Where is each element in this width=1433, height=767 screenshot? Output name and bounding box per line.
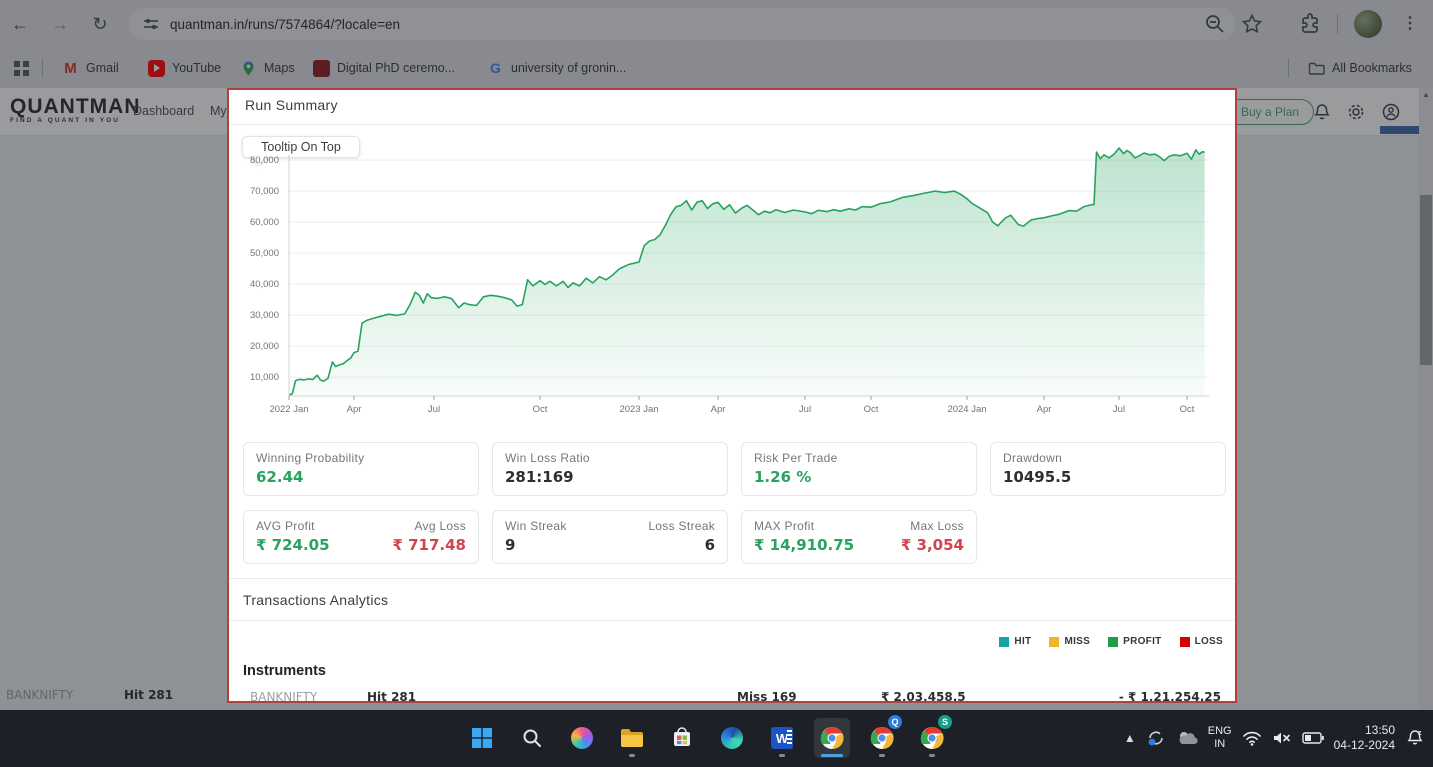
edge-icon bbox=[721, 727, 743, 749]
legend-label: MISS bbox=[1064, 636, 1090, 647]
word-icon: W bbox=[771, 727, 793, 749]
legend-item[interactable]: LOSS bbox=[1180, 636, 1223, 647]
x-axis-label: Apr bbox=[711, 404, 726, 415]
screen: ← → ↻ quantman.in/runs/7574864/?locale=e… bbox=[0, 0, 1433, 767]
run-summary-modal: Run Summary Tooltip On Top 10,00020,0003… bbox=[227, 88, 1237, 703]
legend-swatch bbox=[1180, 637, 1190, 647]
language-indicator[interactable]: ENG IN bbox=[1208, 725, 1232, 751]
wifi-icon[interactable] bbox=[1242, 730, 1262, 746]
file-explorer-button[interactable] bbox=[614, 718, 650, 758]
legend-item[interactable]: MISS bbox=[1049, 636, 1090, 647]
legend-label: PROFIT bbox=[1123, 636, 1161, 647]
legend-swatch bbox=[999, 637, 1009, 647]
legend-label: LOSS bbox=[1195, 636, 1223, 647]
modal-title: Run Summary bbox=[245, 97, 338, 113]
y-axis-label: 80,000 bbox=[233, 155, 279, 166]
copilot-icon bbox=[571, 727, 593, 749]
stat-avg-profit-loss: AVG Profit ₹ 724.05 Avg Loss ₹ 717.48 bbox=[243, 510, 479, 564]
transactions-analytics-title: Transactions Analytics bbox=[243, 592, 388, 608]
section-divider bbox=[229, 578, 1235, 579]
sync-icon[interactable] bbox=[1146, 728, 1166, 748]
x-axis-label: Oct bbox=[533, 404, 548, 415]
weather-icon[interactable] bbox=[1176, 729, 1198, 747]
search-icon bbox=[521, 727, 543, 749]
x-axis-label: Jul bbox=[1113, 404, 1125, 415]
search-button[interactable] bbox=[514, 718, 550, 758]
chrome-icon bbox=[920, 726, 944, 750]
chrome-icon bbox=[870, 726, 894, 750]
equity-curve-chart[interactable]: 10,000 20,000 30,000 40,000 50,000 60,000 70,0… bbox=[229, 147, 1235, 417]
x-axis-label: Jul bbox=[428, 404, 440, 415]
microsoft-store-button[interactable] bbox=[664, 718, 700, 758]
clock[interactable]: 13:50 04-12-2024 bbox=[1334, 723, 1395, 753]
file-explorer-icon bbox=[620, 727, 644, 749]
chrome-profile-q-button[interactable]: Q bbox=[864, 718, 900, 758]
windows-logo-icon bbox=[471, 727, 493, 749]
word-button[interactable]: W bbox=[764, 718, 800, 758]
legend-swatch bbox=[1049, 637, 1059, 647]
stats-row-1: Winning Probability 62.44 Win Loss Ratio… bbox=[243, 442, 1227, 496]
instruments-row[interactable]: BANKNIFTY Hit 281 Miss 169 ₹ 2,03,458.5 … bbox=[229, 690, 1235, 703]
x-axis-label: Oct bbox=[864, 404, 879, 415]
y-axis-label: 10,000 bbox=[233, 372, 279, 383]
chrome-profile-s-button[interactable]: S bbox=[914, 718, 950, 758]
y-axis-label: 40,000 bbox=[233, 279, 279, 290]
tray-chevron-icon[interactable]: ▲ bbox=[1124, 731, 1136, 745]
x-axis-label: Apr bbox=[347, 404, 362, 415]
x-axis-label: Oct bbox=[1180, 404, 1195, 415]
instrument-miss: Miss 169 bbox=[737, 690, 797, 703]
x-axis-label: 2023 Jan bbox=[619, 404, 658, 415]
stat-max-profit-loss: MAX Profit ₹ 14,910.75 Max Loss ₹ 3,054 bbox=[741, 510, 977, 564]
profile-badge-q: Q bbox=[888, 715, 902, 729]
y-axis-label: 30,000 bbox=[233, 310, 279, 321]
instruments-title: Instruments bbox=[243, 663, 326, 679]
section-divider-2 bbox=[229, 620, 1235, 621]
instrument-profit: ₹ 2,03,458.5 bbox=[881, 690, 966, 703]
instrument-loss: - ₹ 1,21,254.25 bbox=[1119, 690, 1221, 703]
legend-item[interactable]: PROFIT bbox=[1108, 636, 1161, 647]
stat-winning-probability: Winning Probability 62.44 bbox=[243, 442, 479, 496]
edge-button[interactable] bbox=[714, 718, 750, 758]
legend-label: HIT bbox=[1014, 636, 1031, 647]
instrument-name: BANKNIFTY bbox=[250, 690, 317, 703]
profile-badge-s: S bbox=[938, 715, 952, 729]
store-icon bbox=[671, 727, 693, 749]
windows-taskbar: W bbox=[0, 710, 1433, 767]
x-axis-label: 2022 Jan bbox=[269, 404, 308, 415]
notification-bell-icon[interactable]: z bbox=[1405, 728, 1425, 748]
chrome-icon bbox=[820, 726, 844, 750]
date: 04-12-2024 bbox=[1334, 738, 1395, 753]
y-axis-label: 50,000 bbox=[233, 248, 279, 259]
stat-streaks: Win Streak 9 Loss Streak 6 bbox=[492, 510, 728, 564]
stat-win-loss-ratio: Win Loss Ratio 281:169 bbox=[492, 442, 728, 496]
stats-row-2: AVG Profit ₹ 724.05 Avg Loss ₹ 717.48 Wi… bbox=[243, 510, 1227, 564]
y-axis-label: 20,000 bbox=[233, 341, 279, 352]
transactions-legend: HIT MISS PROFIT LOSS bbox=[999, 636, 1223, 647]
legend-item[interactable]: HIT bbox=[999, 636, 1031, 647]
x-axis-label: Jul bbox=[799, 404, 811, 415]
x-axis-label: 2024 Jan bbox=[947, 404, 986, 415]
stat-risk-per-trade: Risk Per Trade 1.26 % bbox=[741, 442, 977, 496]
time: 13:50 bbox=[1334, 723, 1395, 738]
stat-drawdown: Drawdown 10495.5 bbox=[990, 442, 1226, 496]
battery-icon[interactable] bbox=[1302, 731, 1324, 745]
copilot-button[interactable] bbox=[564, 718, 600, 758]
svg-text:z: z bbox=[1418, 730, 1422, 737]
y-axis-label: 60,000 bbox=[233, 217, 279, 228]
modal-divider bbox=[229, 124, 1235, 125]
instrument-hit: Hit 281 bbox=[367, 690, 416, 703]
y-axis-label: 70,000 bbox=[233, 186, 279, 197]
chrome-button-active[interactable] bbox=[814, 718, 850, 758]
x-axis-label: Apr bbox=[1037, 404, 1052, 415]
legend-swatch bbox=[1108, 637, 1118, 647]
volume-muted-icon[interactable] bbox=[1272, 730, 1292, 746]
start-button[interactable] bbox=[464, 718, 500, 758]
